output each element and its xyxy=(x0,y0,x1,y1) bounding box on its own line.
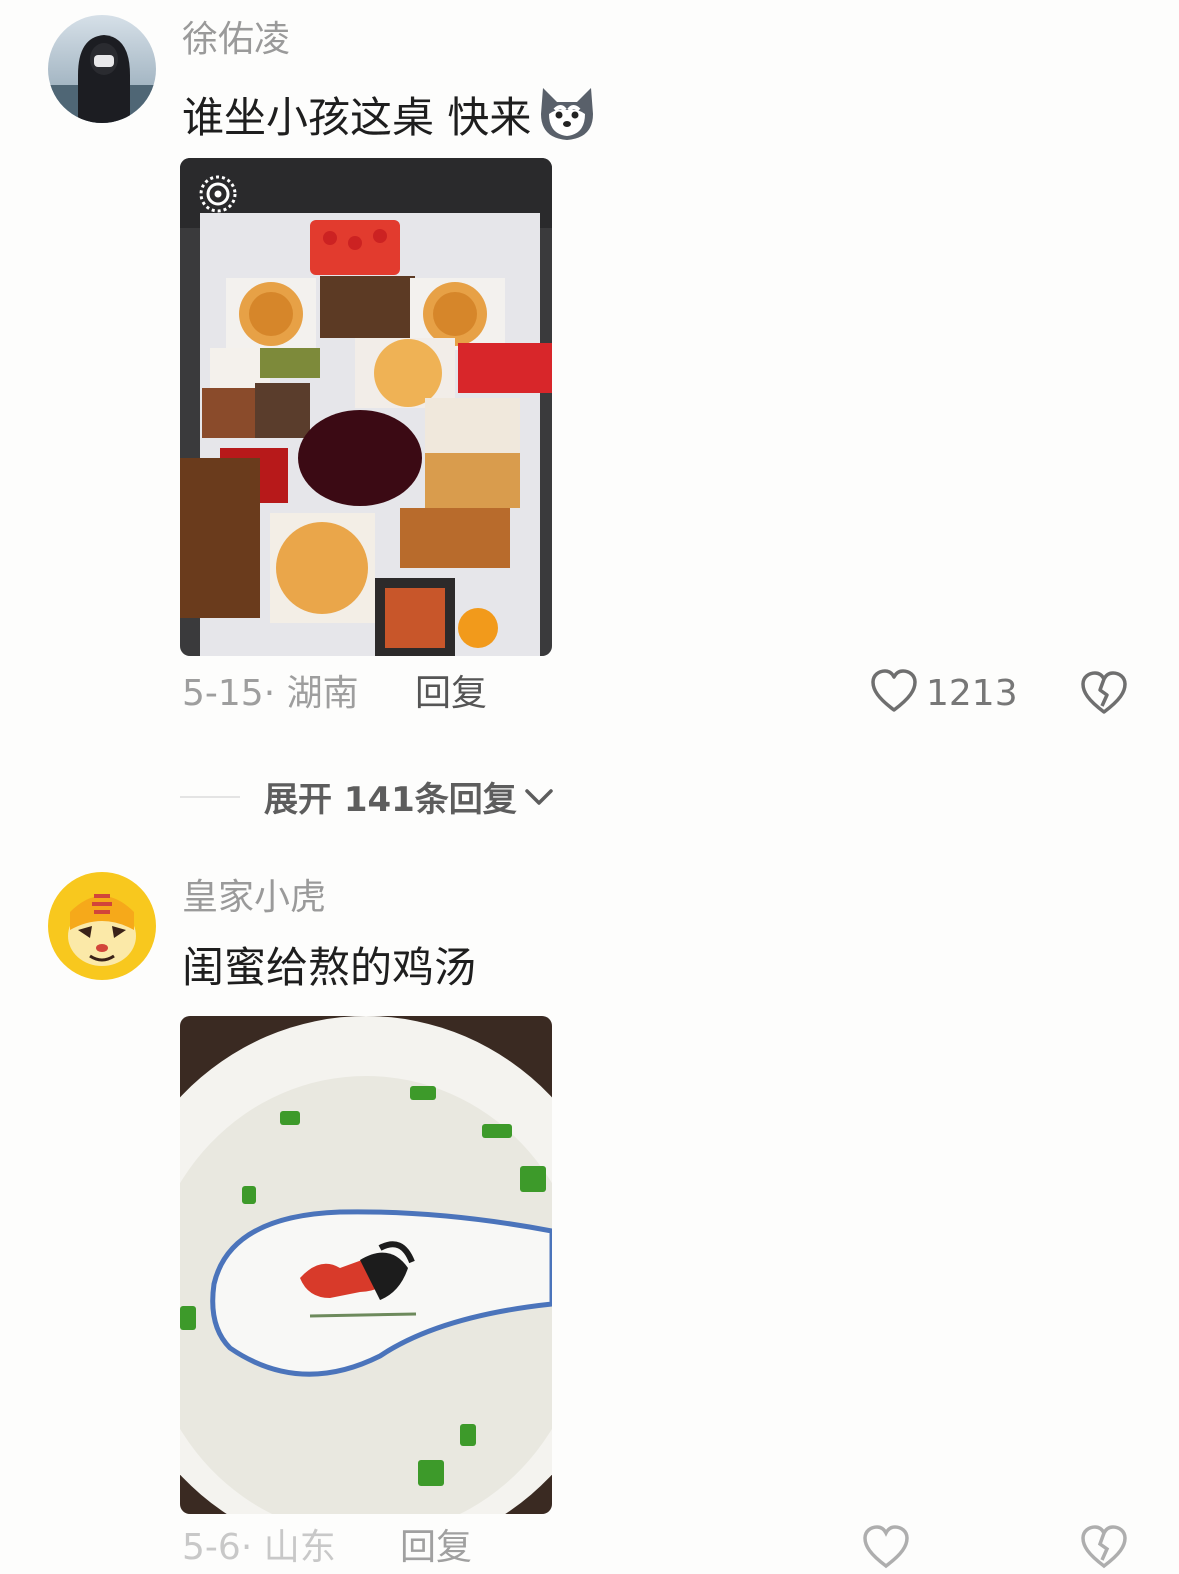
comment-username[interactable]: 徐佑凌 xyxy=(182,18,290,62)
comment-username[interactable]: 皇家小虎 xyxy=(182,876,326,920)
comment-meta: 5-15· 湖南 xyxy=(182,672,359,716)
expand-replies-button[interactable]: 展开 141条回复 xyxy=(180,772,555,821)
like-count: 1213 xyxy=(926,672,1018,714)
heart-icon xyxy=(862,1524,910,1574)
chevron-down-icon xyxy=(523,785,555,813)
broken-heart-icon xyxy=(1080,1525,1128,1574)
dislike-button[interactable] xyxy=(1080,670,1128,720)
broken-heart-icon xyxy=(1080,671,1128,720)
husky-emoji-icon xyxy=(535,84,599,142)
expand-replies-label: 展开 141条回复 xyxy=(264,780,517,820)
user-avatar[interactable] xyxy=(48,15,156,123)
dislike-button[interactable] xyxy=(1080,1524,1128,1574)
reply-button[interactable]: 回复 xyxy=(415,672,487,716)
comment-image-chicken-soup[interactable] xyxy=(180,1016,552,1514)
user-avatar[interactable] xyxy=(48,872,156,980)
divider-line xyxy=(180,795,240,798)
like-button[interactable] xyxy=(862,1524,910,1574)
comment-location: 湖南 xyxy=(286,673,359,714)
comment-text: 闺蜜给熬的鸡汤 xyxy=(182,943,477,992)
comment-date: 5-15 xyxy=(182,673,264,714)
meta-separator: · xyxy=(263,673,276,714)
heart-icon xyxy=(870,668,918,718)
like-button[interactable]: 1213 xyxy=(870,668,1018,718)
comment-text: 谁坐小孩这桌 快来 xyxy=(182,84,599,144)
comment-image-food-table[interactable] xyxy=(180,158,552,656)
comment-meta: 5-6· 山东 xyxy=(182,1526,336,1570)
reply-button[interactable]: 回复 xyxy=(400,1526,472,1570)
